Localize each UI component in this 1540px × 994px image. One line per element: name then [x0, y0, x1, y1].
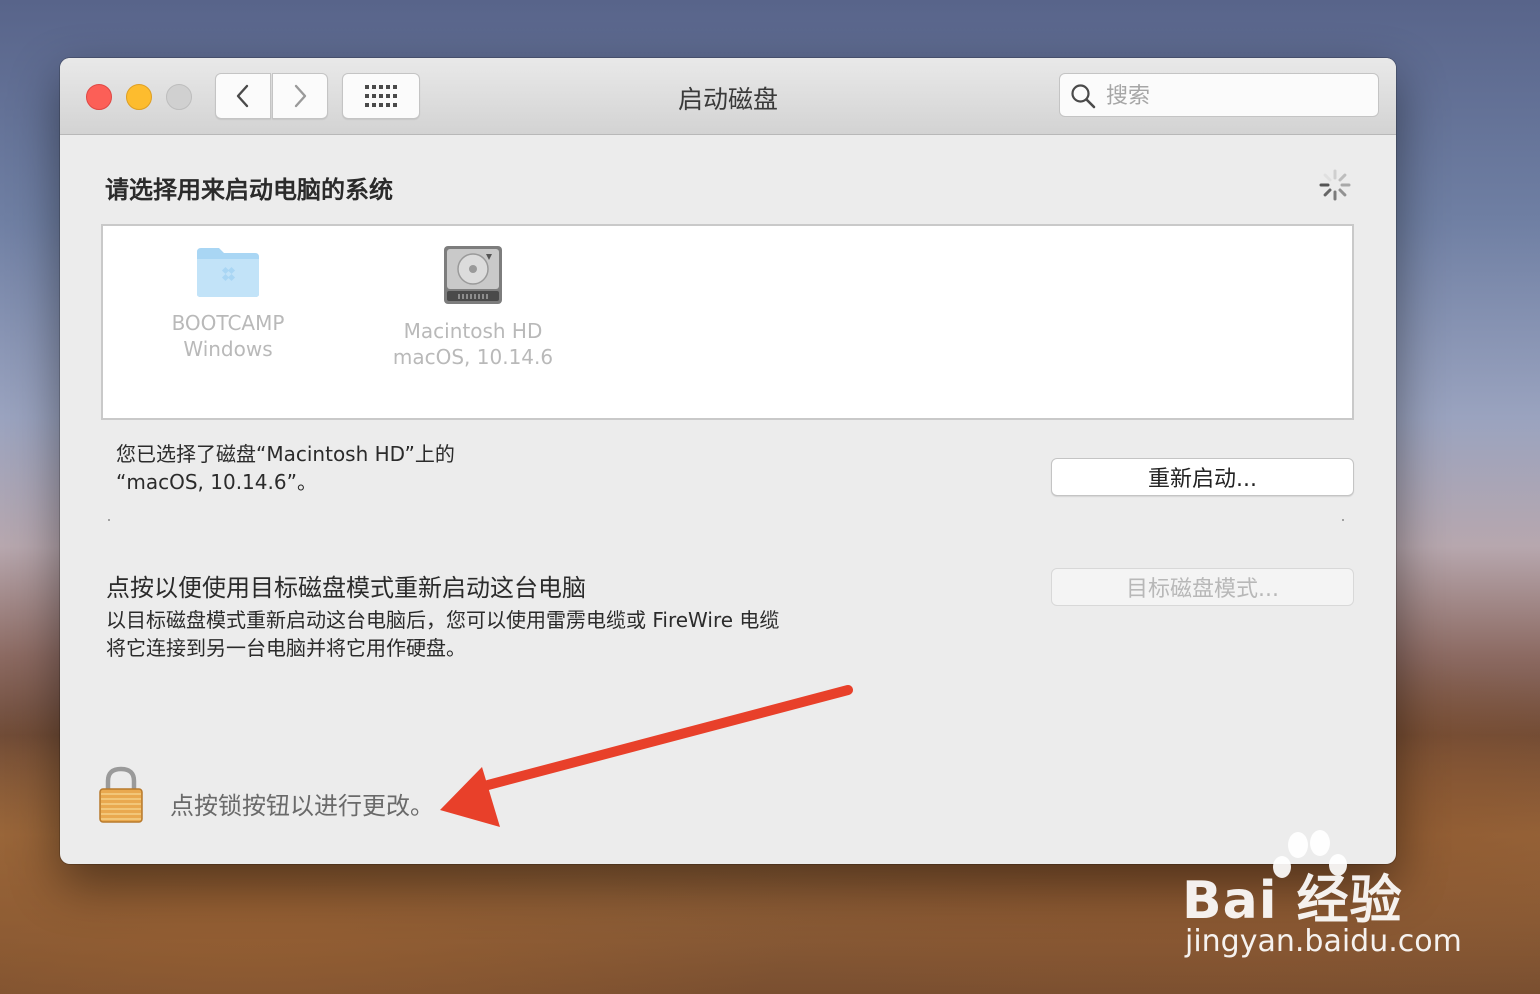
- separator-dot: [108, 519, 110, 521]
- disk-os: Windows: [183, 337, 273, 361]
- watermark-url: jingyan.baidu.com: [1185, 924, 1462, 959]
- target-disk-mode-button[interactable]: 目标磁盘模式...: [1051, 568, 1354, 606]
- hard-drive-icon: [444, 246, 502, 304]
- disk-name: BOOTCAMP: [171, 311, 285, 335]
- lock-hint-text: 点按锁按钮以进行更改。: [170, 792, 434, 820]
- target-desc-line2: 将它连接到另一台电脑并将它用作硬盘。: [106, 636, 466, 660]
- search-icon: [1071, 84, 1096, 109]
- search-input[interactable]: [1104, 80, 1368, 112]
- selected-disk-info: 您已选择了磁盘“Macintosh HD”上的 “macOS, 10.14.6”…: [116, 440, 455, 496]
- lock-icon[interactable]: [97, 766, 145, 824]
- target-disk-mode-title: 点按以便使用目标磁盘模式重新启动这台电脑: [106, 574, 586, 602]
- disk-os: macOS, 10.14.6: [392, 345, 554, 369]
- startup-disk-list: BOOTCAMP Windows Macintosh HD macOS, 10.…: [101, 224, 1354, 420]
- watermark-brand: Bai 经验: [1182, 871, 1403, 931]
- target-desc-line1: 以目标磁盘模式重新启动这台电脑后，您可以使用雷雳电缆或 FireWire 电缆: [106, 608, 780, 632]
- separator-dot: [1342, 519, 1344, 521]
- page-heading: 请选择用来启动电脑的系统: [105, 176, 393, 204]
- loading-spinner-icon: [1319, 169, 1351, 201]
- bootcamp-folder-icon: [197, 248, 259, 297]
- target-disk-mode-description: 以目标磁盘模式重新启动这台电脑后，您可以使用雷雳电缆或 FireWire 电缆 …: [106, 606, 906, 662]
- disk-bootcamp[interactable]: BOOTCAMP Windows: [143, 244, 313, 362]
- disk-name: Macintosh HD: [403, 319, 543, 343]
- title-bar: 启动磁盘: [60, 58, 1396, 135]
- selected-disk-line2: “macOS, 10.14.6”。: [116, 470, 317, 494]
- startup-disk-window: 启动磁盘 请选择用来启动电脑的系统: [60, 58, 1396, 864]
- selected-disk-line1: 您已选择了磁盘“Macintosh HD”上的: [116, 442, 455, 466]
- disk-macintosh-hd[interactable]: Macintosh HD macOS, 10.14.6: [383, 244, 563, 370]
- search-field[interactable]: [1059, 73, 1379, 117]
- restart-button[interactable]: 重新启动...: [1051, 458, 1354, 496]
